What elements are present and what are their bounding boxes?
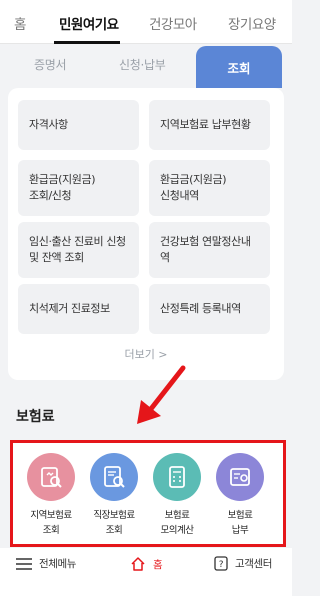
workplace-premium-button[interactable]: 직장보험료 조회 [88, 453, 140, 538]
bottom-bar: 전체메뉴 홈 ? 고객센터 [0, 548, 292, 596]
premium-section-title: 보험료 [16, 409, 55, 425]
menu-qualification[interactable]: 자격사항 [18, 100, 139, 150]
premium-simulation-label: 보험료 모의계산 [160, 510, 194, 536]
hamburger-icon [16, 557, 32, 570]
top-nav: 홈 민원여기요 건강모아 장기요양 [0, 0, 292, 44]
subtab-certificate[interactable]: 증명서 [34, 56, 67, 73]
menu-refund-history[interactable]: 환급금(지원금) 신청내역 [149, 160, 270, 216]
arrow-annotation [137, 365, 186, 424]
home-button[interactable]: 홈 [130, 556, 163, 572]
home-icon [131, 557, 145, 571]
customer-center-button[interactable]: ? 고객센터 [214, 556, 272, 571]
workplace-premium-icon [90, 453, 138, 501]
subtab-apply-pay[interactable]: 신청·납부 [119, 56, 166, 73]
help-icon: ? [214, 556, 228, 571]
calculator-icon [153, 453, 201, 501]
regional-premium-button[interactable]: 지역보험료 조회 [25, 453, 77, 538]
premium-payment-button[interactable]: 보험료 납부 [214, 453, 266, 538]
menu-regional-payment-status[interactable]: 지역보험료 납부현황 [149, 100, 270, 150]
more-link[interactable]: 더보기 > [8, 346, 284, 362]
tab-home[interactable]: 홈 [14, 13, 26, 33]
workplace-premium-label: 직장보험료 조회 [93, 510, 135, 536]
tab-civil-service[interactable]: 민원여기요 [59, 13, 119, 33]
payment-icon [216, 453, 264, 501]
regional-premium-label: 지역보험료 조회 [30, 510, 72, 536]
menu-refund-inquiry[interactable]: 환급금(지원금) 조회/신청 [18, 160, 139, 216]
tab-long-term-care[interactable]: 장기요양 [228, 13, 276, 33]
tab-health-collection[interactable]: 건강모아 [149, 13, 197, 33]
svg-text:?: ? [219, 560, 224, 570]
customer-center-label: 고객센터 [235, 558, 273, 570]
premium-simulation-button[interactable]: 보험료 모의계산 [151, 453, 203, 538]
regional-premium-icon [27, 453, 75, 501]
menu-special-case-registration[interactable]: 산정특례 등록내역 [149, 284, 270, 334]
subtab-inquiry[interactable]: 조회 [196, 46, 282, 88]
full-menu-label: 전체메뉴 [39, 558, 77, 570]
inquiry-menu-card: 자격사항 지역보험료 납부현황 환급금(지원금) 조회/신청 환급금(지원금) … [8, 88, 284, 380]
menu-pregnancy-expense[interactable]: 임신·출산 진료비 신청 및 잔액 조회 [18, 222, 139, 278]
full-menu-button[interactable]: 전체메뉴 [16, 556, 76, 571]
menu-scaling-info[interactable]: 치석제거 진료정보 [18, 284, 139, 334]
menu-year-end-settlement[interactable]: 건강보험 연말정산내역 [149, 222, 270, 278]
home-label: 홈 [153, 558, 163, 571]
premium-payment-label: 보험료 납부 [227, 510, 253, 536]
